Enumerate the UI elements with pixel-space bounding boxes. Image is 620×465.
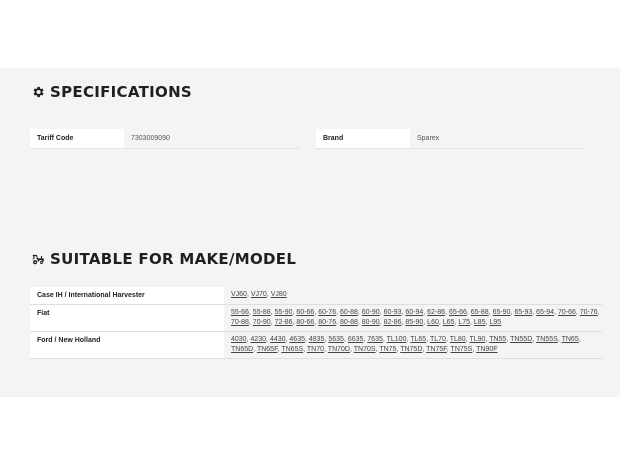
tractor-icon	[32, 254, 44, 265]
model-link[interactable]: TN70S	[354, 346, 376, 353]
model-link[interactable]: 65-93	[514, 309, 532, 316]
model-link[interactable]: TL65	[410, 336, 426, 343]
model-link[interactable]: TN55	[489, 336, 506, 343]
model-link[interactable]: 82-86	[384, 319, 402, 326]
model-link[interactable]: L65	[443, 319, 455, 326]
model-link[interactable]: 70-90	[253, 319, 271, 326]
model-link[interactable]: TL90	[469, 336, 485, 343]
model-link[interactable]: L60	[427, 319, 439, 326]
model-link[interactable]: TN75F	[426, 346, 447, 353]
gear-icon	[33, 86, 44, 98]
make-name: Ford / New Holland	[30, 331, 224, 359]
model-link[interactable]: 7635	[367, 336, 383, 343]
model-link[interactable]: TN65D	[231, 346, 253, 353]
make-row: Ford / New Holland 4030, 4230, 4430, 4635…	[30, 331, 602, 359]
model-link[interactable]: 80-66	[296, 319, 314, 326]
model-link[interactable]: TN75S	[451, 346, 473, 353]
spec-label: Tariff Code	[30, 129, 124, 148]
model-link[interactable]: 55-66	[231, 309, 249, 316]
model-list: VJ60, VJ70, VJ80	[224, 287, 602, 305]
model-link[interactable]: TN70	[307, 346, 324, 353]
model-link[interactable]: 6635	[348, 336, 364, 343]
model-link[interactable]: VJ70	[251, 291, 267, 298]
model-link[interactable]: TN65	[562, 336, 579, 343]
model-link[interactable]: 60-88	[340, 309, 358, 316]
specifications-title: SPECIFICATIONS	[50, 83, 193, 101]
model-link[interactable]: 55-90	[275, 309, 293, 316]
model-link[interactable]: TN65S	[281, 346, 303, 353]
model-link[interactable]: 65-66	[449, 309, 467, 316]
model-link[interactable]: 55-88	[253, 309, 271, 316]
model-link[interactable]: 4030	[231, 336, 247, 343]
model-link[interactable]: TN55D	[510, 336, 532, 343]
model-link[interactable]: 80-88	[340, 319, 358, 326]
model-link[interactable]: 70-88	[231, 319, 249, 326]
model-link[interactable]: 80-76	[318, 319, 336, 326]
model-link[interactable]: TN75D	[400, 346, 422, 353]
specifications-heading: SPECIFICATIONS	[31, 83, 192, 101]
spec-value: 7303009090	[131, 135, 170, 142]
suitable-title: SUITABLE FOR MAKE/MODEL	[50, 250, 297, 268]
model-link[interactable]: 60-90	[362, 309, 380, 316]
make-model-table: Case IH / International Harvester VJ60, V…	[30, 287, 602, 359]
model-link[interactable]: VJ60	[231, 291, 247, 298]
model-link[interactable]: 65-94	[536, 309, 554, 316]
model-link[interactable]: 60-76	[318, 309, 336, 316]
model-link[interactable]: 70-66	[558, 309, 576, 316]
spec-value: Sparex	[417, 135, 440, 142]
model-link[interactable]: 72-86	[275, 319, 293, 326]
model-link[interactable]: 85-90	[405, 319, 423, 326]
spec-row-tariff-code: Tariff Code 7303009090	[30, 129, 299, 149]
model-link[interactable]: 60-93	[384, 309, 402, 316]
model-list: 55-66, 55-88, 55-90, 60-66, 60-76, 60-88…	[224, 304, 602, 332]
spec-label: Brand	[316, 129, 410, 148]
model-link[interactable]: TL70	[430, 336, 446, 343]
model-link[interactable]: 4835	[309, 336, 325, 343]
spec-row-brand: Brand Sparex	[316, 129, 585, 149]
model-link[interactable]: 80-90	[362, 319, 380, 326]
model-link[interactable]: L85	[474, 319, 486, 326]
model-link[interactable]: 60-94	[405, 309, 423, 316]
model-link[interactable]: TN55S	[536, 336, 558, 343]
model-link[interactable]: L95	[489, 319, 501, 326]
model-link[interactable]: VJ80	[271, 291, 287, 298]
model-link[interactable]: TL100	[387, 336, 407, 343]
model-link[interactable]: 65-88	[471, 309, 489, 316]
model-link[interactable]: TN70D	[328, 346, 350, 353]
suitable-heading: SUITABLE FOR MAKE/MODEL	[31, 250, 296, 268]
make-name: Case IH / International Harvester	[30, 287, 224, 305]
make-row: Case IH / International Harvester VJ60, V…	[30, 287, 602, 305]
model-link[interactable]: 4635	[289, 336, 305, 343]
model-link[interactable]: TL80	[450, 336, 466, 343]
model-link[interactable]: L75	[458, 319, 470, 326]
model-list: 4030, 4230, 4430, 4635, 4835, 5635, 6635…	[224, 331, 602, 359]
model-link[interactable]: TN65F	[257, 346, 278, 353]
model-link[interactable]: TN75	[379, 346, 396, 353]
model-link[interactable]: 65-90	[493, 309, 511, 316]
model-link[interactable]: 60-66	[296, 309, 314, 316]
model-link[interactable]: TN90F	[476, 346, 497, 353]
model-link[interactable]: 5635	[328, 336, 344, 343]
make-row: Fiat 55-66, 55-88, 55-90, 60-66, 60-76, 6…	[30, 304, 602, 332]
model-link[interactable]: 70-76	[580, 309, 598, 316]
make-name: Fiat	[30, 304, 224, 332]
model-link[interactable]: 4430	[270, 336, 286, 343]
model-link[interactable]: 4230	[250, 336, 266, 343]
model-link[interactable]: 62-86	[427, 309, 445, 316]
